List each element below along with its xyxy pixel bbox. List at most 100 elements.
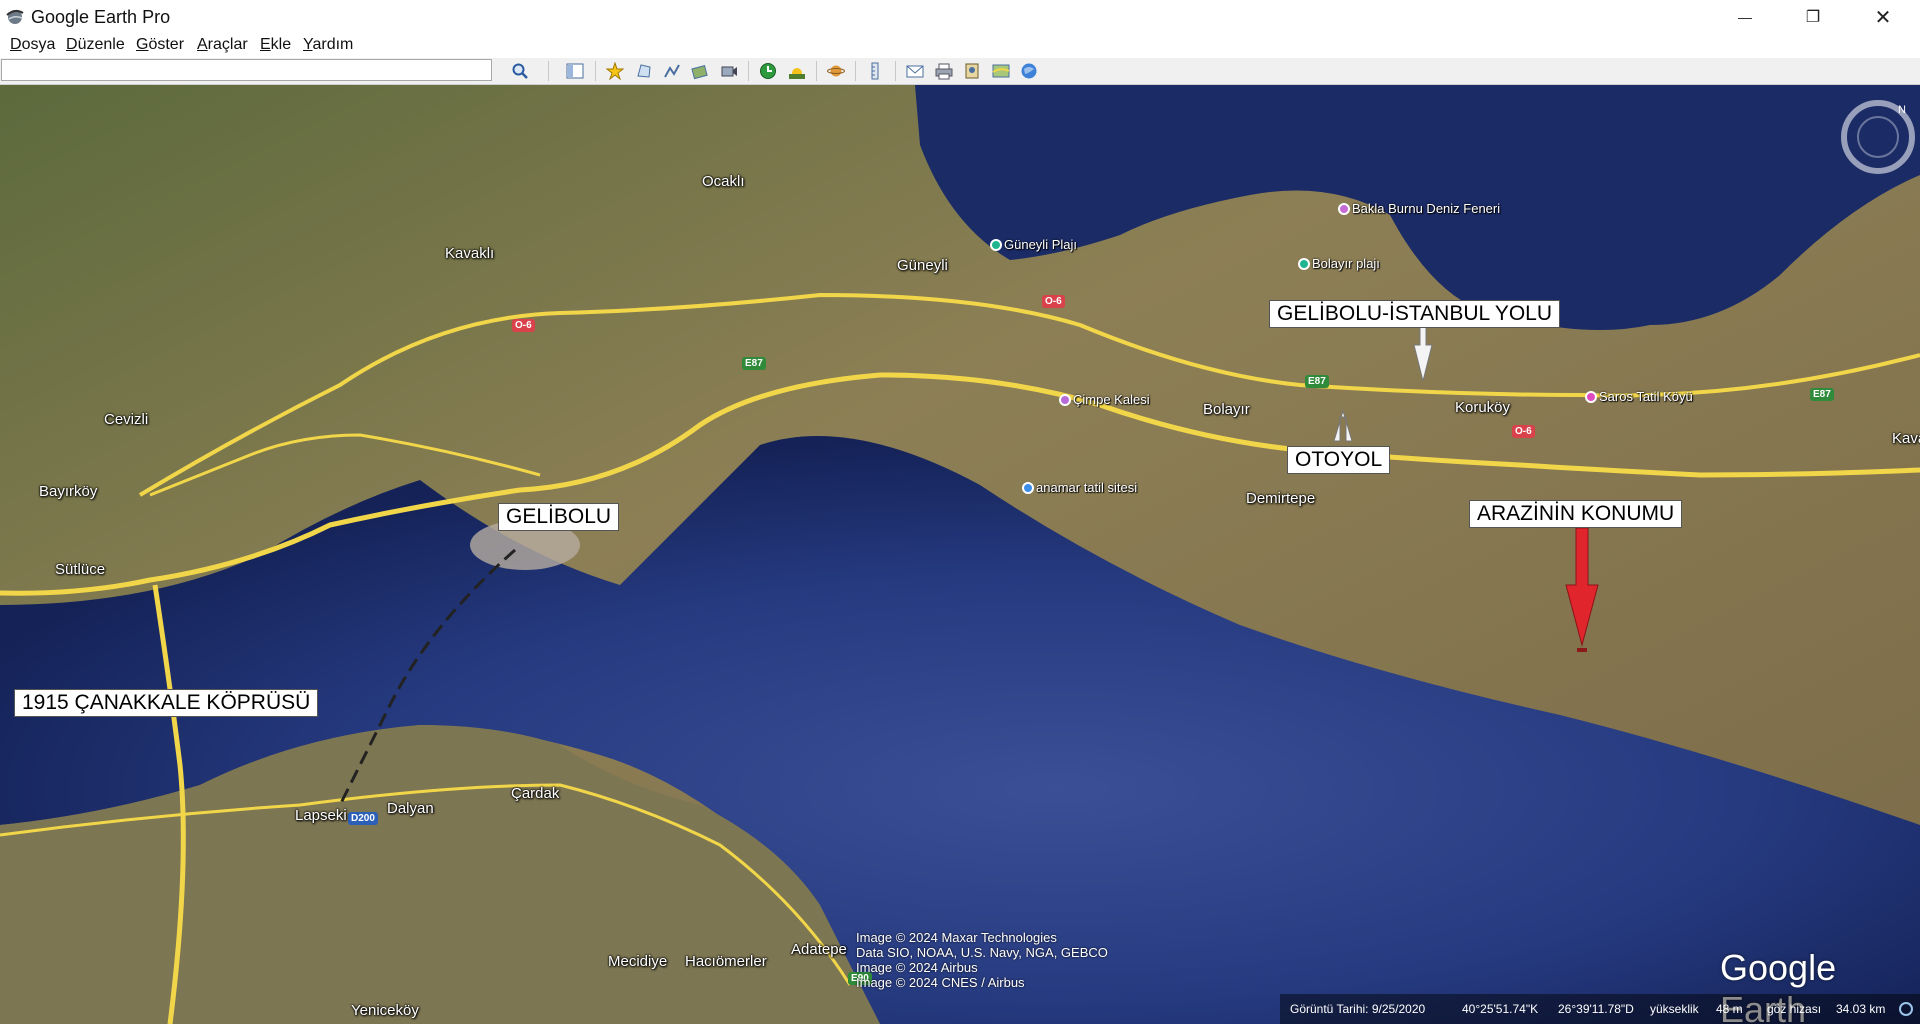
- toolbar-separator: [548, 61, 549, 81]
- callout-land: ARAZİNİN KONUMU: [1469, 500, 1683, 528]
- google-maps-button[interactable]: [1016, 60, 1042, 82]
- poi-bakla-burnu[interactable]: Bakla Burnu Deniz Feneri: [1338, 201, 1500, 216]
- placemark-icon: [606, 62, 624, 80]
- place-label: Demirtepe: [1246, 490, 1316, 507]
- toolbar-separator: [855, 61, 856, 81]
- menu-duzenle[interactable]: Düzenle: [66, 36, 125, 54]
- place-label: Bolayır: [1203, 401, 1250, 418]
- road-shield: O-6: [1512, 425, 1535, 438]
- map-view[interactable]: Ocaklı Kavaklı Güneyli Cevizli Bayırköy …: [0, 85, 1920, 1024]
- ruler-icon: [871, 62, 879, 80]
- search-button[interactable]: [507, 60, 533, 82]
- record-tour-button[interactable]: [716, 60, 742, 82]
- latitude: 40°25'51.74"K: [1462, 1002, 1539, 1016]
- poi-label: Bolayır plajı: [1312, 256, 1380, 271]
- poi-label: Bakla Burnu Deniz Feneri: [1352, 201, 1501, 216]
- poi-label: Çimpe Kalesi: [1073, 392, 1150, 407]
- search-icon: [512, 63, 528, 79]
- image-overlay-button[interactable]: [687, 60, 713, 82]
- record-tour-icon: [721, 66, 737, 77]
- map-view-button[interactable]: [988, 60, 1014, 82]
- road-shield: E87: [1305, 375, 1329, 388]
- road-shield: D200: [348, 812, 378, 825]
- add-placemark-button[interactable]: [602, 60, 628, 82]
- road-shield: E87: [742, 357, 766, 370]
- menu-yardim[interactable]: Yardım: [303, 36, 353, 54]
- copyright-line: Image © 2024 Maxar Technologies: [856, 930, 1057, 945]
- poi-saros-tatil-koyu[interactable]: Saros Tatil Köyü: [1585, 389, 1693, 404]
- place-label: Kavaklı: [445, 245, 495, 262]
- add-polygon-button[interactable]: [631, 60, 657, 82]
- road-shield: E87: [1810, 388, 1834, 401]
- ruler-button[interactable]: [862, 60, 888, 82]
- email-button[interactable]: [902, 60, 928, 82]
- beach-icon: [1298, 258, 1310, 270]
- restore-icon: ❐: [1805, 9, 1821, 26]
- planets-icon: [827, 65, 845, 77]
- polygon-icon: [637, 64, 651, 78]
- search-input[interactable]: [1, 59, 492, 81]
- copyright-line: Image © 2024 Airbus: [856, 960, 978, 975]
- menu-goster[interactable]: Göster: [136, 36, 184, 54]
- toolbar-separator: [895, 61, 896, 81]
- add-path-button[interactable]: [659, 60, 685, 82]
- sunlight-icon: [789, 68, 805, 79]
- poi-label: Saros Tatil Köyü: [1599, 389, 1693, 404]
- elevation-label: yükseklik: [1650, 1002, 1699, 1016]
- place-label: Bayırköy: [39, 483, 98, 500]
- menu-bar: Dosya Düzenle Göster Araçlar Ekle Yardım: [0, 34, 1920, 58]
- toolbar: [0, 58, 1920, 85]
- print-icon: [935, 63, 953, 80]
- poi-tatil-sitesi[interactable]: anamar tatil sitesi: [1022, 480, 1137, 495]
- poi-guneyli-plaji[interactable]: Güneyli Plajı: [990, 237, 1077, 252]
- historical-imagery-icon: [760, 63, 776, 79]
- toolbar-separator: [748, 61, 749, 81]
- path-icon: [664, 64, 680, 78]
- place-label: Yeniceköy: [351, 1002, 419, 1019]
- callout-bridge: 1915 ÇANAKKALE KÖPRÜSÜ: [14, 689, 319, 717]
- planets-button[interactable]: [823, 60, 849, 82]
- place-label: Çardak: [511, 785, 560, 802]
- sunlight-button[interactable]: [784, 60, 810, 82]
- place-label: Lapseki: [295, 807, 347, 824]
- menu-araclar[interactable]: Araçlar: [197, 36, 248, 54]
- castle-icon: [1059, 394, 1071, 406]
- poi-bolayir-plaji[interactable]: Bolayır plajı: [1298, 256, 1380, 271]
- minimize-icon: —: [1738, 9, 1752, 25]
- title-bar: Google Earth Pro — ❐ ✕: [0, 0, 1920, 34]
- image-overlay-icon: [691, 65, 708, 80]
- poi-cimpe-kalesi[interactable]: Çimpe Kalesi: [1059, 392, 1150, 407]
- land-parcel-marker: [1577, 648, 1587, 652]
- streaming-icon: [1899, 1002, 1913, 1016]
- satellite-imagery: [0, 85, 1920, 1024]
- place-label: Hacıömerler: [685, 953, 767, 970]
- eye-altitude-label: göz hizası: [1767, 1002, 1822, 1016]
- road-shield: O-6: [512, 319, 535, 332]
- close-button[interactable]: ✕: [1852, 0, 1914, 34]
- beach-icon: [990, 239, 1002, 251]
- toolbar-separator: [595, 61, 596, 81]
- menu-dosya[interactable]: Dosya: [10, 36, 55, 54]
- navigation-compass[interactable]: N: [1838, 97, 1918, 177]
- resort-icon: [1585, 391, 1597, 403]
- print-button[interactable]: [931, 60, 957, 82]
- callout-gelibolu: GELİBOLU: [498, 503, 620, 531]
- elevation-value: 48 m: [1716, 1002, 1743, 1016]
- save-image-button[interactable]: [959, 60, 985, 82]
- longitude: 26°39'11.78"D: [1558, 1002, 1634, 1016]
- google-earth-app-icon: [6, 9, 24, 24]
- svg-text:N: N: [1898, 104, 1906, 116]
- map-view-icon: [992, 64, 1010, 78]
- poi-label: anamar tatil sitesi: [1036, 480, 1138, 495]
- maximize-button[interactable]: ❐: [1782, 0, 1844, 34]
- menu-ekle[interactable]: Ekle: [260, 36, 291, 54]
- place-label: Güneyli: [897, 257, 948, 274]
- historical-imagery-button[interactable]: [755, 60, 781, 82]
- place-label: Kava: [1892, 430, 1920, 447]
- lighthouse-icon: [1338, 203, 1350, 215]
- minimize-button[interactable]: —: [1714, 0, 1776, 34]
- imagery-date: Görüntü Tarihi: 9/25/2020: [1290, 1002, 1426, 1016]
- sidebar-button[interactable]: [562, 60, 588, 82]
- save-image-icon: [965, 63, 979, 79]
- callout-road: GELİBOLU-İSTANBUL YOLU: [1269, 300, 1561, 328]
